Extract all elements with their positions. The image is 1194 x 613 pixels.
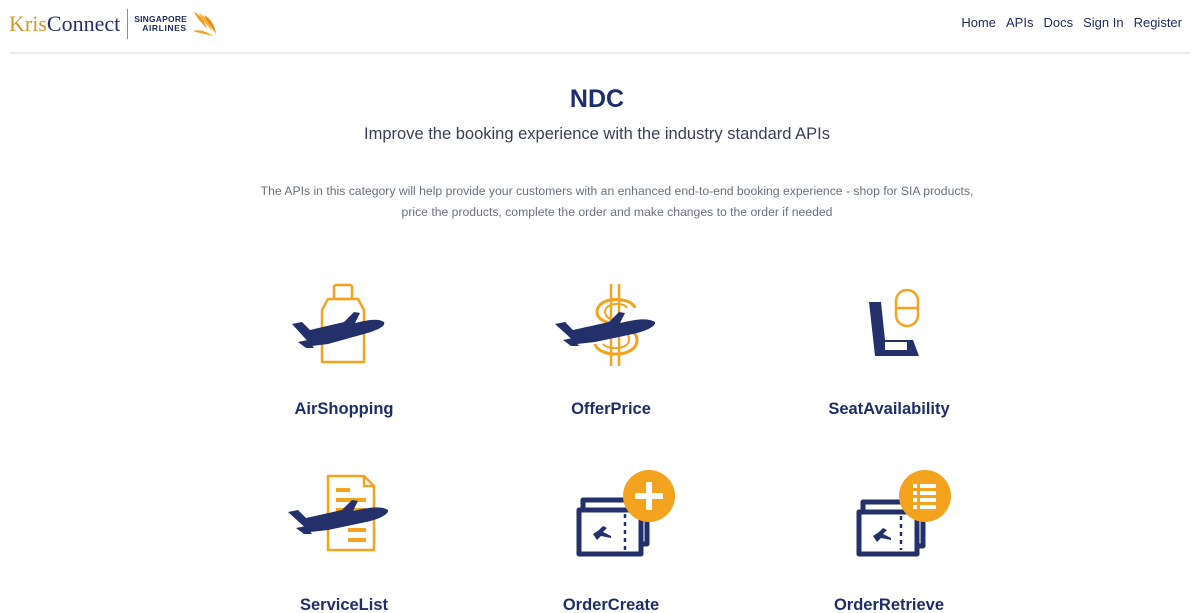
brand-name: KrisConnect	[9, 11, 121, 36]
airline-logo-line2: AIRLINES	[142, 23, 187, 33]
api-label-orderretrieve: OrderRetrieve	[833, 596, 945, 613]
api-label-seatavailability: SeatAvailability	[828, 400, 950, 418]
page-title: NDC	[569, 85, 625, 113]
ticket-list-icon	[856, 470, 951, 557]
shopping-bag-plane-icon	[292, 283, 385, 364]
seat-icon	[869, 288, 920, 356]
api-label-ordercreate: OrderCreate	[562, 596, 660, 613]
brand-separator	[127, 9, 129, 39]
api-card-orderretrieve[interactable]: OrderRetrieve	[779, 466, 999, 613]
ticket-plus-icon	[576, 470, 675, 557]
top-nav: Home APIs Docs Sign In Register	[961, 15, 1182, 30]
api-card-seatavailability[interactable]: SeatAvailability	[779, 282, 999, 432]
nav-home[interactable]: Home	[961, 15, 996, 30]
dollar-plane-icon	[555, 284, 656, 366]
nav-apis[interactable]: APIs	[1006, 15, 1033, 30]
kris-bird-icon	[193, 12, 217, 36]
nav-docs[interactable]: Docs	[1043, 15, 1073, 30]
api-card-airshopping[interactable]: AirShopping	[234, 282, 454, 432]
document-plane-icon	[288, 474, 389, 552]
api-label-servicelist: ServiceList	[299, 596, 389, 613]
api-label-airshopping: AirShopping	[294, 400, 394, 418]
api-card-ordercreate[interactable]: OrderCreate	[501, 466, 721, 613]
category-description: The APIs in this category will help prov…	[260, 184, 974, 219]
page-subtitle: Improve the booking experience with the …	[364, 125, 830, 143]
api-label-offerprice: OfferPrice	[571, 400, 651, 418]
brand-logo[interactable]: KrisConnect SINGAPORE AIRLINES	[9, 5, 219, 43]
api-card-servicelist[interactable]: ServiceList	[234, 466, 454, 613]
header-divider	[10, 52, 1190, 54]
singapore-airlines-logo: SINGAPORE AIRLINES	[134, 9, 219, 39]
api-card-offerprice[interactable]: OfferPrice	[501, 282, 721, 432]
nav-register[interactable]: Register	[1134, 15, 1182, 30]
site-header: KrisConnect SINGAPORE AIRLINES Home APIs…	[0, 0, 1194, 52]
nav-sign-in[interactable]: Sign In	[1083, 15, 1123, 30]
